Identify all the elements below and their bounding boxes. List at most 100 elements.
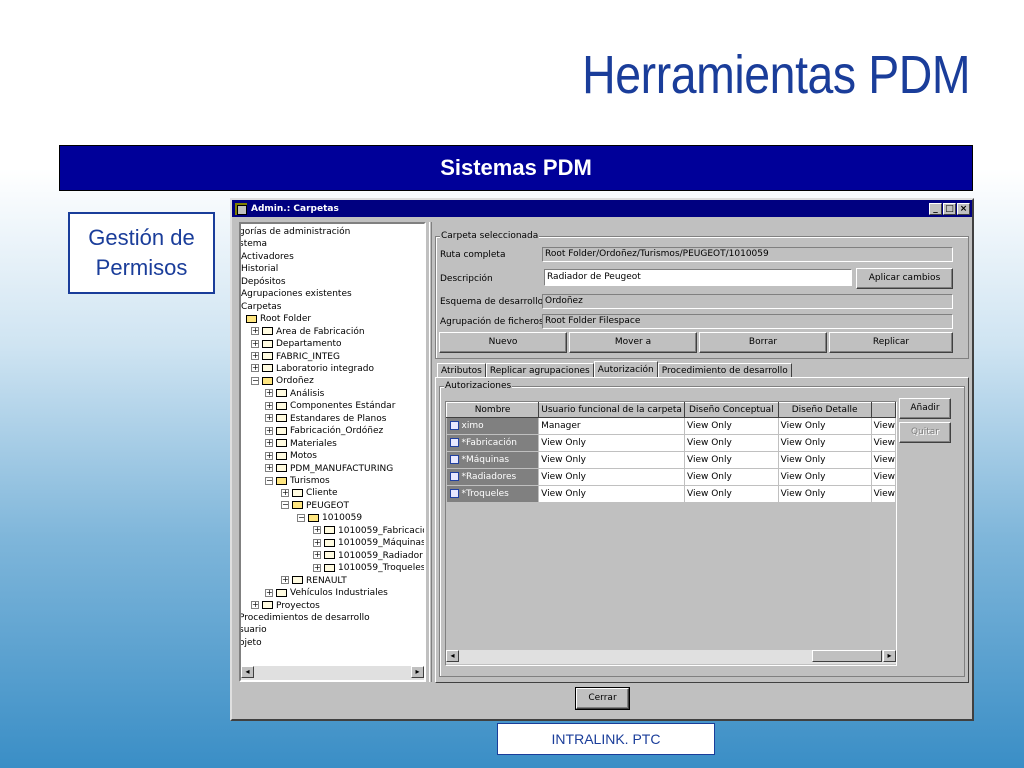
tree-item[interactable]: + Estandares de Planos — [265, 413, 386, 425]
expand-icon[interactable]: + — [313, 526, 321, 535]
permission-cell[interactable]: View Only — [538, 485, 685, 503]
table-row[interactable]: ximo Manager View Only View Only View — [446, 417, 896, 435]
expand-icon[interactable]: + — [281, 488, 289, 497]
tree-item[interactable]: + Proyectos — [251, 600, 320, 612]
expand-icon[interactable]: + — [265, 464, 273, 473]
permission-cell[interactable]: View Only — [778, 485, 872, 503]
table-row[interactable]: *Troqueles View Only View Only View Only Vie… — [446, 485, 896, 503]
expand-icon[interactable]: + — [313, 563, 321, 572]
permission-cell[interactable]: Manager — [538, 417, 685, 435]
expand-icon[interactable]: + — [265, 426, 273, 435]
nuevo-button[interactable]: Nuevo — [439, 332, 567, 353]
remove-permission-button[interactable]: Quitar — [899, 422, 951, 443]
tab-replicar-agrupaciones[interactable]: Replicar agrupaciones — [485, 363, 594, 378]
grid-scroll-right-icon[interactable]: ▸ — [883, 650, 896, 662]
tree-item[interactable]: + Fabricación_Ordóñez — [265, 425, 383, 437]
permission-cell[interactable]: View Only — [538, 451, 685, 469]
tree-item[interactable]: +1010059_Troqueles — [313, 562, 424, 574]
tree-item[interactable]: − 1010059 — [297, 512, 362, 524]
permission-cell[interactable]: View Only — [778, 434, 872, 452]
close-window-button[interactable]: × — [957, 202, 970, 215]
tree-item[interactable]: Root Folder — [246, 313, 311, 325]
window-titlebar[interactable]: Admin.: Carpetas _ □ × — [232, 200, 972, 217]
column-header[interactable]: Usuario funcional de la carpeta — [538, 402, 685, 418]
grid-scroll-thumb[interactable] — [812, 650, 882, 662]
permissions-grid[interactable]: Nombre Usuario funcional de la carpeta Dis… — [445, 401, 897, 666]
expand-icon[interactable]: + — [251, 352, 259, 360]
borrar-button[interactable]: Borrar — [699, 332, 827, 353]
principal-cell[interactable]: *Radiadores — [446, 468, 540, 486]
permission-cell[interactable]: View — [871, 434, 896, 452]
principal-cell[interactable]: *Máquinas — [446, 451, 540, 469]
table-row[interactable]: *Fabricación View Only View Only View Only V… — [446, 434, 896, 452]
expand-icon[interactable]: + — [313, 538, 321, 547]
tree-item[interactable]: ojeto — [241, 637, 262, 649]
tree-item[interactable]: − Turismos — [265, 475, 330, 487]
tree-item[interactable]: + Departamento — [251, 338, 341, 350]
tab-autorizacion[interactable]: Autorización — [593, 361, 658, 378]
permission-cell[interactable]: View Only — [538, 434, 685, 452]
tree-item[interactable]: − PEUGEOT — [281, 500, 349, 512]
expand-icon[interactable]: + — [313, 551, 321, 560]
permission-cell[interactable]: View — [871, 485, 896, 503]
column-header[interactable]: Diseño Detalle — [777, 402, 872, 418]
permission-cell[interactable]: View — [871, 468, 896, 486]
add-permission-button[interactable]: Añadir — [899, 398, 951, 419]
expand-icon[interactable]: + — [251, 601, 259, 609]
tree-item[interactable]: − Ordoñez — [251, 375, 314, 387]
tab-procedimiento[interactable]: Procedimiento de desarrollo — [657, 363, 792, 378]
tree-item[interactable]: Procedimientos de desarrollo — [241, 612, 370, 624]
maximize-button[interactable]: □ — [943, 202, 956, 215]
expand-icon[interactable]: + — [251, 339, 259, 348]
expand-icon[interactable]: + — [265, 451, 273, 460]
principal-cell[interactable]: *Fabricación — [446, 434, 540, 452]
grid-horizontal-scrollbar[interactable]: ◂ ▸ — [446, 650, 896, 664]
tree-item[interactable]: Carpetas — [241, 301, 281, 313]
column-header[interactable] — [870, 402, 896, 418]
permission-cell[interactable]: View Only — [778, 451, 872, 469]
tree-item[interactable]: +1010059_Máquinas — [313, 537, 424, 549]
replicar-button[interactable]: Replicar — [829, 332, 953, 353]
permission-cell[interactable]: View Only — [778, 417, 872, 435]
descripcion-input[interactable]: Radiador de Peugeot — [544, 269, 852, 286]
collapse-icon[interactable]: − — [281, 501, 289, 510]
apply-changes-button[interactable]: Aplicar cambios — [856, 268, 953, 289]
tree-item[interactable]: + Cliente — [281, 487, 338, 499]
tree-item[interactable]: + PDM_MANUFACTURING — [265, 463, 393, 475]
tree-item[interactable]: gorías de administración — [241, 226, 350, 238]
tree-item[interactable]: + Materiales — [265, 438, 337, 450]
expand-icon[interactable]: + — [251, 364, 259, 373]
expand-icon[interactable]: + — [265, 389, 273, 398]
tree-item[interactable]: suario — [241, 624, 267, 636]
close-button[interactable]: Cerrar — [575, 687, 630, 710]
tree-item[interactable]: + RENAULT — [281, 575, 347, 587]
tree-item[interactable]: + FABRIC_INTEG — [251, 351, 340, 363]
grid-scroll-left-icon[interactable]: ◂ — [446, 650, 459, 662]
permission-cell[interactable]: View Only — [684, 417, 779, 435]
expand-icon[interactable]: + — [265, 401, 273, 410]
scroll-right-icon[interactable]: ▸ — [411, 666, 424, 678]
mover-button[interactable]: Mover a — [569, 332, 697, 353]
permission-cell[interactable]: View — [871, 417, 896, 435]
tree-item[interactable]: + Vehículos Industriales — [265, 587, 388, 599]
column-header[interactable]: Nombre — [446, 402, 540, 418]
tree-item[interactable]: + Laboratorio integrado — [251, 363, 374, 375]
permission-cell[interactable]: View Only — [538, 468, 685, 486]
expand-icon[interactable]: + — [265, 414, 273, 423]
expand-icon[interactable]: + — [281, 576, 289, 585]
panel-splitter[interactable] — [429, 222, 432, 682]
permission-cell[interactable]: View Only — [684, 434, 779, 452]
expand-icon[interactable]: + — [251, 327, 259, 336]
tree-item[interactable]: Depósitos — [241, 276, 286, 288]
tree-item[interactable]: Historial — [241, 263, 278, 275]
permission-cell[interactable]: View Only — [778, 468, 872, 486]
tree-item[interactable]: + Motos — [265, 450, 317, 462]
tree-item[interactable]: Activadores — [241, 251, 294, 263]
tree-item[interactable]: stema — [241, 238, 267, 250]
permission-cell[interactable]: View Only — [684, 451, 779, 469]
tree-item[interactable]: + Componentes Estándar — [265, 400, 395, 412]
permission-cell[interactable]: View — [871, 451, 896, 469]
minimize-button[interactable]: _ — [929, 202, 942, 215]
table-row[interactable]: *Radiadores View Only View Only View Only Vi… — [446, 468, 896, 486]
tree-item[interactable]: Agrupaciones existentes — [241, 288, 352, 300]
